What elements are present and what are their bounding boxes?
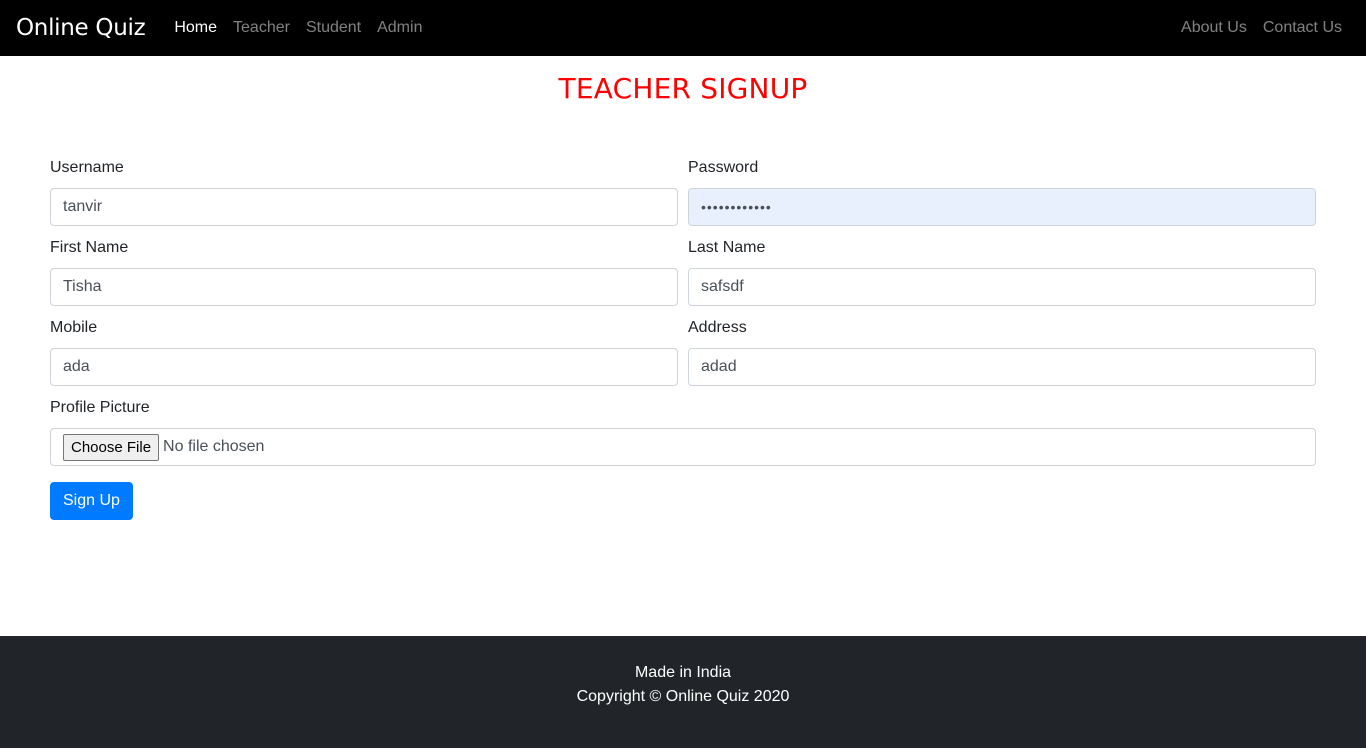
username-label: Username [50, 159, 124, 176]
profile-picture-label: Profile Picture [50, 399, 150, 416]
mobile-group: Mobile [50, 316, 678, 386]
brand-logo[interactable]: Online Quiz [16, 15, 146, 41]
address-input[interactable] [688, 348, 1316, 386]
file-status-text: No file chosen [163, 438, 265, 455]
profile-picture-group: Profile Picture Choose File No file chos… [50, 396, 1316, 466]
nav-link-contact-us[interactable]: Contact Us [1255, 19, 1350, 37]
first-name-input[interactable] [50, 268, 678, 306]
page-title: TEACHER SIGNUP [558, 72, 808, 105]
password-group: Password [688, 156, 1316, 226]
form-row: Profile Picture Choose File No file chos… [50, 396, 1316, 466]
last-name-label: Last Name [688, 239, 766, 256]
username-group: Username [50, 156, 678, 226]
username-input[interactable] [50, 188, 678, 226]
address-label: Address [688, 319, 747, 336]
nav-left-links: Home Teacher Student Admin [166, 19, 430, 37]
form-row: First Name Last Name [50, 236, 1316, 306]
first-name-label: First Name [50, 239, 129, 256]
teacher-signup-form: Username Password First Name Last Name M… [50, 156, 1316, 520]
nav-link-admin[interactable]: Admin [369, 19, 430, 37]
page-footer: Made in India Copyright © Online Quiz 20… [0, 636, 1366, 748]
password-input[interactable] [688, 188, 1316, 226]
nav-right-links: About Us Contact Us [1173, 19, 1350, 37]
footer-made-in: Made in India [634, 664, 732, 681]
footer-copyright: Copyright © Online Quiz 2020 [576, 688, 790, 705]
sign-up-button[interactable]: Sign Up [50, 482, 133, 520]
nav-link-about-us[interactable]: About Us [1173, 19, 1255, 37]
form-row: Username Password [50, 156, 1316, 226]
nav-link-home[interactable]: Home [166, 19, 225, 37]
choose-file-button[interactable]: Choose File [63, 433, 160, 461]
mobile-input[interactable] [50, 348, 678, 386]
form-row: Mobile Address [50, 316, 1316, 386]
last-name-input[interactable] [688, 268, 1316, 306]
mobile-label: Mobile [50, 319, 98, 336]
first-name-group: First Name [50, 236, 678, 306]
last-name-group: Last Name [688, 236, 1316, 306]
address-group: Address [688, 316, 1316, 386]
profile-picture-file-input[interactable]: Choose File No file chosen [50, 428, 1316, 466]
top-navbar: Online Quiz Home Teacher Student Admin A… [0, 0, 1366, 56]
password-label: Password [688, 159, 759, 176]
nav-link-teacher[interactable]: Teacher [225, 19, 298, 37]
nav-link-student[interactable]: Student [298, 19, 369, 37]
